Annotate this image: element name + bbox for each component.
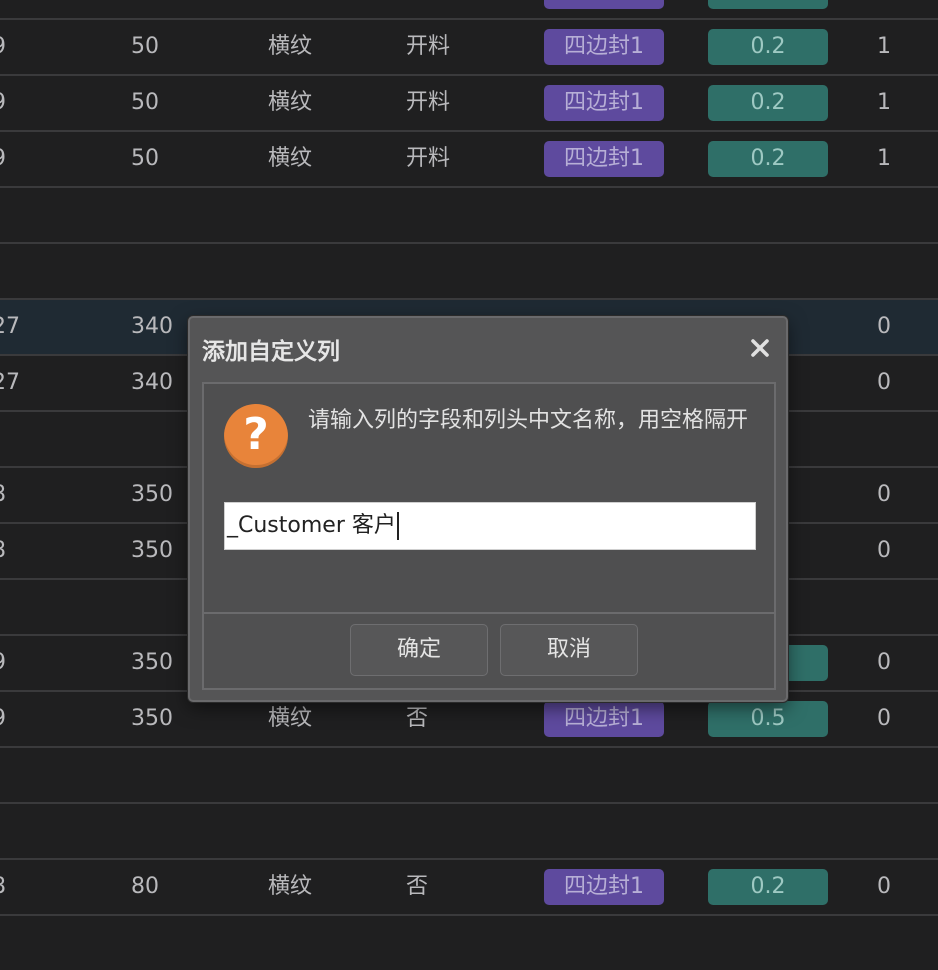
value-tag: 0.5 [708,701,828,737]
value-tag: 0.2 [708,869,828,905]
table-row[interactable] [0,748,938,804]
table-row[interactable] [0,188,938,244]
table-cell: 开料 [406,34,451,59]
text-caret [396,512,399,540]
table-cell: 27 [0,314,20,339]
table-cell: 9 [0,76,6,130]
table-cell: 开料 [406,90,451,115]
table-cell: 横纹 [268,34,313,59]
column-name-input-value: _Customer 客户 [227,513,396,538]
edge-banding-tag: 四边封1 [544,141,664,177]
table-cell: 50 [131,90,159,115]
table-cell: 0 [877,538,891,563]
dialog-title: 添加自定义列 [202,339,340,365]
table-cell: 否 [406,874,429,899]
table-row[interactable]: 8 80 横纹 否 0 四边封1 0.2 [0,860,938,916]
value-tag: 0.2 [708,0,828,9]
table-cell: 350 [131,650,173,675]
table-cell: 0 [877,370,891,395]
table-cell: 横纹 [268,90,313,115]
table-cell: 0 [877,314,891,339]
table-cell: 9 [0,20,6,74]
table-cell: 0 [877,874,891,899]
table-cell: 350 [131,706,173,731]
table-cell: 1 [877,146,891,171]
table-cell: 1 [877,90,891,115]
table-cell: 50 [131,146,159,171]
table-row[interactable] [0,804,938,860]
edge-banding-tag: 四边封1 [544,869,664,905]
table-row[interactable] [0,244,938,300]
table-row[interactable]: 四边封1 0.2 [0,0,938,20]
cancel-button[interactable]: 取消 [500,624,638,676]
edge-banding-tag: 四边封1 [544,701,664,737]
table-row[interactable]: 9 50 横纹 开料 1 四边封1 0.2 [0,76,938,132]
table-cell: 340 [131,370,173,395]
ok-button[interactable]: 确定 [350,624,488,676]
table-cell: 350 [131,538,173,563]
table-row[interactable]: 9 50 横纹 开料 1 四边封1 0.2 [0,132,938,188]
value-tag: 0.2 [708,85,828,121]
column-name-input[interactable]: _Customer 客户 [224,502,756,550]
table-cell: 1 [877,34,891,59]
edge-banding-tag: 四边封1 [544,29,664,65]
table-cell: 8 [0,860,6,914]
table-cell: 8 [0,468,6,522]
table-cell: 27 [0,370,20,395]
table-cell: 9 [0,692,6,746]
value-tag: 0.2 [708,29,828,65]
table-cell: 8 [0,524,6,578]
table-cell: 340 [131,314,173,339]
table-cell: 横纹 [268,146,313,171]
add-custom-column-dialog: 添加自定义列 ? 请输入列的字段和列头中文名称，用空格隔开 _Customer … [188,316,788,702]
dialog-message: 请输入列的字段和列头中文名称，用空格隔开 [308,408,749,433]
table-row[interactable]: 9 50 横纹 开料 1 四边封1 0.2 [0,20,938,76]
close-icon[interactable] [748,336,772,360]
dialog-body: ? 请输入列的字段和列头中文名称，用空格隔开 _Customer 客户 确定 取… [202,382,776,690]
edge-banding-tag: 四边封1 [544,85,664,121]
table-cell: 0 [877,706,891,731]
dialog-footer: 确定 取消 [204,612,774,688]
table-cell: 0 [877,650,891,675]
table-cell: 0 [877,482,891,507]
table-cell: 9 [0,636,6,690]
value-tag: 0.2 [708,141,828,177]
table-cell: 350 [131,482,173,507]
table-cell: 80 [131,874,159,899]
table-cell: 50 [131,34,159,59]
table-cell: 9 [0,132,6,186]
question-icon: ? [224,404,288,468]
question-glyph: ? [243,409,269,460]
table-cell: 横纹 [268,874,313,899]
edge-banding-tag: 四边封1 [544,0,664,9]
table-cell: 开料 [406,146,451,171]
